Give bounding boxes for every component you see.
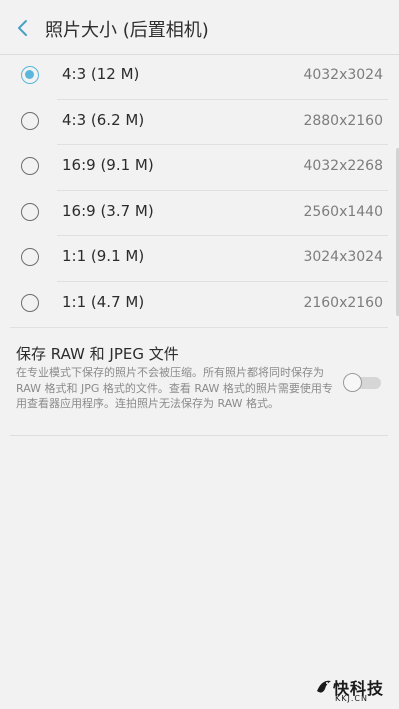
raw-jpeg-setting[interactable]: 保存 RAW 和 JPEG 文件 在专业模式下保存的照片不会被压缩。所有照片都将… bbox=[0, 328, 399, 436]
photo-size-option-5[interactable]: 1:1 (4.7 M) 2160x2160 bbox=[0, 282, 399, 328]
switch-thumb bbox=[343, 373, 362, 392]
option-label: 4:3 (6.2 M) bbox=[62, 110, 145, 129]
page-title: 照片大小 (后置相机) bbox=[45, 20, 209, 41]
photo-size-option-3[interactable]: 16:9 (3.7 M) 2560x1440 bbox=[0, 191, 399, 237]
radio-button[interactable] bbox=[21, 248, 39, 267]
radio-button-selected[interactable] bbox=[21, 66, 39, 84]
watermark-subtext: KKJ.CN bbox=[335, 694, 368, 703]
option-label: 4:3 (12 M) bbox=[62, 65, 140, 83]
option-resolution: 2160x2160 bbox=[303, 294, 383, 311]
raw-setting-description: 在专业模式下保存的照片不会被压缩。所有照片都将同时保存为 RAW 格式和 JPG… bbox=[16, 366, 333, 410]
watermark-logo: 快科技 KKJ.CN bbox=[316, 674, 396, 704]
option-label: 16:9 (9.1 M) bbox=[62, 156, 154, 175]
photo-size-option-0[interactable]: 4:3 (12 M) 4032x3024 bbox=[0, 54, 399, 100]
radio-button[interactable] bbox=[21, 157, 39, 176]
option-resolution: 4032x2268 bbox=[303, 158, 383, 175]
option-resolution: 2560x1440 bbox=[303, 203, 383, 220]
back-button[interactable] bbox=[8, 12, 38, 44]
option-resolution: 4032x3024 bbox=[303, 67, 383, 83]
option-resolution: 2880x2160 bbox=[303, 112, 383, 129]
watermark-bird-icon bbox=[317, 680, 331, 693]
header-bar: 照片大小 (后置相机) bbox=[0, 0, 399, 56]
chevron-left-icon bbox=[18, 20, 27, 36]
raw-setting-title: 保存 RAW 和 JPEG 文件 bbox=[16, 345, 179, 363]
photo-size-list: 4:3 (12 M) 4032x3024 4:3 (6.2 M) 2880x21… bbox=[0, 54, 399, 328]
radio-button[interactable] bbox=[21, 202, 39, 221]
option-label: 16:9 (3.7 M) bbox=[62, 201, 154, 220]
option-label: 1:1 (4.7 M) bbox=[62, 292, 145, 311]
option-resolution: 3024x3024 bbox=[303, 249, 383, 266]
photo-size-option-1[interactable]: 4:3 (6.2 M) 2880x2160 bbox=[0, 100, 399, 146]
radio-button[interactable] bbox=[21, 111, 39, 130]
row-divider bbox=[10, 435, 388, 436]
radio-button[interactable] bbox=[21, 293, 39, 312]
photo-size-option-2[interactable]: 16:9 (9.1 M) 4032x2268 bbox=[0, 145, 399, 191]
raw-toggle-switch[interactable] bbox=[343, 373, 381, 392]
photo-size-option-4[interactable]: 1:1 (9.1 M) 3024x3024 bbox=[0, 236, 399, 282]
option-label: 1:1 (9.1 M) bbox=[62, 247, 145, 266]
